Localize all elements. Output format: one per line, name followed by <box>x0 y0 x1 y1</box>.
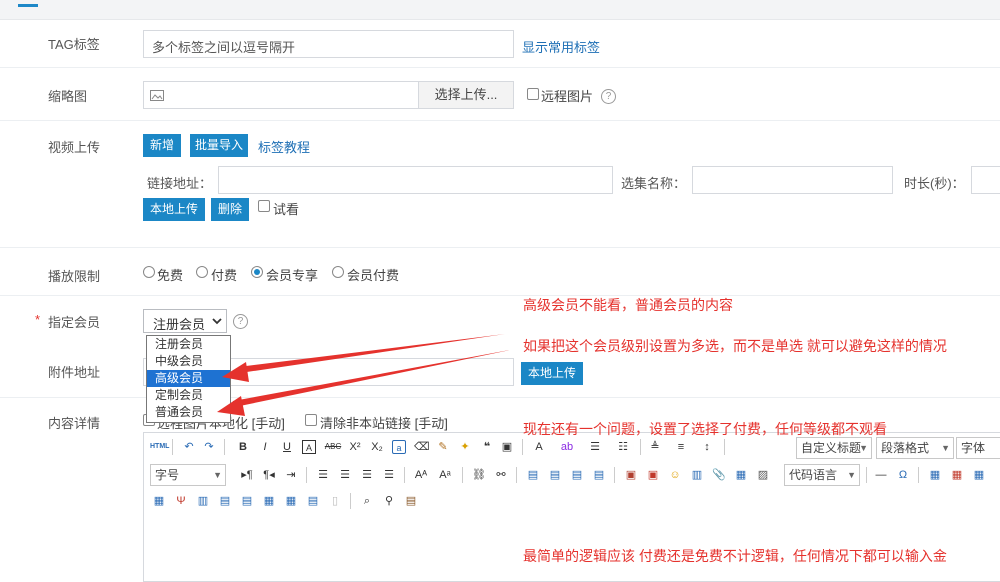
annotation-arrows <box>217 334 510 416</box>
